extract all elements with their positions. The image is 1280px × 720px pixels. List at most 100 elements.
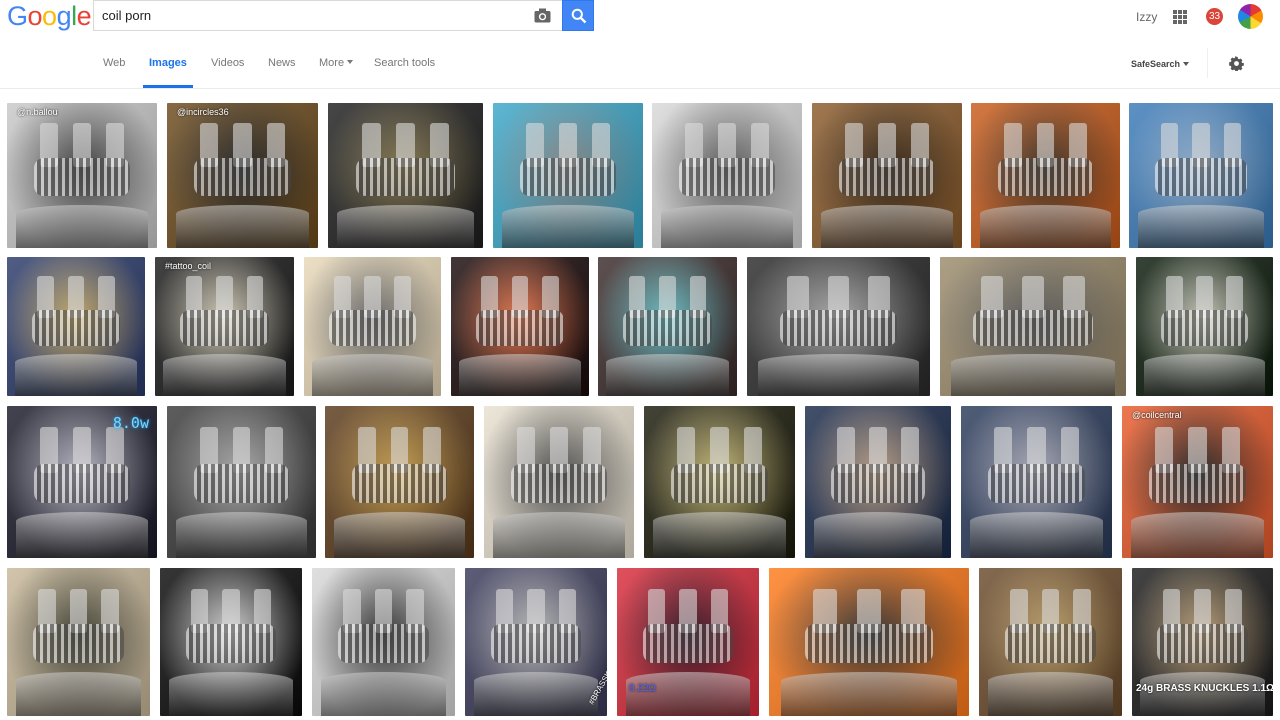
atomizer-deck <box>15 671 142 716</box>
image-result-thumbnail[interactable]: @n.ballou <box>7 103 157 248</box>
tab-more[interactable]: More <box>319 57 354 69</box>
coil-wire <box>805 624 933 663</box>
image-result-thumbnail[interactable] <box>160 568 302 716</box>
image-result-thumbnail[interactable] <box>644 406 795 558</box>
atomizer-deck <box>176 204 309 248</box>
image-result-thumbnail[interactable] <box>167 406 316 558</box>
gear-icon <box>1229 56 1244 71</box>
image-result-thumbnail[interactable] <box>812 103 962 248</box>
image-result-thumbnail[interactable] <box>769 568 969 716</box>
tab-search-tools[interactable]: Search tools <box>374 57 435 69</box>
coil-wire <box>839 158 935 196</box>
logo-letter: o <box>42 1 57 31</box>
settings-button[interactable] <box>1207 48 1263 78</box>
atomizer-deck <box>168 671 294 716</box>
image-result-thumbnail[interactable] <box>971 103 1120 248</box>
image-result-thumbnail[interactable] <box>304 257 441 396</box>
tab-news[interactable]: News <box>268 57 296 69</box>
search-button[interactable] <box>562 0 594 31</box>
atomizer-deck <box>653 512 786 558</box>
coil-wire <box>193 463 290 504</box>
coil-wire <box>831 463 925 504</box>
atomizer-deck <box>320 671 447 716</box>
tab-videos[interactable]: Videos <box>211 57 244 69</box>
coil-wire <box>31 309 121 346</box>
atomizer-deck <box>1144 354 1265 396</box>
tab-web[interactable]: Web <box>103 57 125 69</box>
coil-wire <box>1149 463 1246 504</box>
apps-grid-icon[interactable] <box>1173 10 1187 24</box>
image-result-thumbnail[interactable] <box>805 406 951 558</box>
coil-wire <box>642 624 734 663</box>
coil-wire <box>1160 309 1249 346</box>
thumbnail-caption: #tattoo_coil <box>165 261 212 271</box>
tab-label: Videos <box>211 57 245 69</box>
image-result-thumbnail[interactable]: @coilcentral <box>1122 406 1273 558</box>
tab-label: Web <box>103 57 126 69</box>
logo-letter: e <box>76 1 92 31</box>
image-result-thumbnail[interactable] <box>747 257 930 396</box>
tab-images[interactable]: Images <box>149 57 187 69</box>
image-result-thumbnail[interactable] <box>979 568 1122 716</box>
image-result-thumbnail[interactable] <box>940 257 1126 396</box>
image-result-thumbnail[interactable] <box>484 406 634 558</box>
google-logo[interactable]: Google <box>7 1 92 31</box>
coil-wire <box>34 158 130 196</box>
atomizer-deck <box>987 671 1114 716</box>
avatar[interactable] <box>1238 4 1263 29</box>
safesearch-dropdown[interactable]: SafeSearch <box>1124 53 1196 75</box>
logo-letter: g <box>56 1 72 31</box>
image-result-thumbnail[interactable]: 0.22Ω <box>617 568 759 716</box>
thumbnail-caption: @incircles36 <box>177 107 229 117</box>
atomizer-deck <box>16 204 148 248</box>
image-result-thumbnail[interactable] <box>7 257 145 396</box>
atomizer-deck <box>163 354 286 396</box>
atomizer-deck <box>821 204 953 248</box>
thumbnail-caption: 0.22Ω <box>629 683 656 694</box>
coil-wire <box>328 309 417 346</box>
image-result-thumbnail[interactable] <box>493 103 643 248</box>
image-result-thumbnail[interactable] <box>652 103 802 248</box>
atomizer-deck <box>459 354 581 396</box>
image-result-thumbnail[interactable] <box>7 568 150 716</box>
atomizer-deck <box>951 354 1115 396</box>
coil-wire <box>623 309 712 346</box>
camera-icon[interactable] <box>534 8 551 23</box>
image-result-thumbnail[interactable]: 24g BRASS KNUCKLES 1.1Ω <box>1132 568 1273 716</box>
image-result-thumbnail[interactable] <box>1136 257 1273 396</box>
coil-wire <box>1157 624 1248 663</box>
tab-label: Search tools <box>374 57 436 69</box>
thumbnail-caption: 24g BRASS KNUCKLES 1.1Ω <box>1136 683 1273 694</box>
tab-label: News <box>268 57 296 69</box>
atomizer-deck <box>1131 512 1264 558</box>
search-input[interactable] <box>102 1 522 30</box>
image-result-thumbnail[interactable]: @incircles36 <box>167 103 318 248</box>
coil-wire <box>1154 158 1248 196</box>
image-result-thumbnail[interactable] <box>312 568 455 716</box>
image-result-thumbnail[interactable] <box>598 257 737 396</box>
image-result-thumbnail[interactable] <box>961 406 1112 558</box>
atomizer-deck <box>16 512 148 558</box>
atomizer-deck <box>502 204 634 248</box>
tab-label: Images <box>149 57 187 69</box>
image-result-thumbnail[interactable]: 8.0w <box>7 406 157 558</box>
coil-wire <box>511 463 607 504</box>
coil-wire <box>355 158 456 196</box>
atomizer-deck <box>1137 204 1265 248</box>
atomizer-deck <box>606 354 729 396</box>
coil-wire <box>779 309 898 346</box>
atomizer-deck <box>312 354 433 396</box>
notification-badge[interactable]: 33 <box>1206 8 1223 25</box>
user-name[interactable]: Izzy <box>1136 10 1157 24</box>
image-result-thumbnail[interactable]: #tattoo_coil <box>155 257 294 396</box>
image-result-thumbnail[interactable] <box>451 257 589 396</box>
atomizer-deck <box>757 354 919 396</box>
image-result-thumbnail[interactable] <box>325 406 474 558</box>
coil-wire <box>475 309 565 346</box>
coil-wire <box>194 158 291 196</box>
coil-wire <box>997 158 1094 196</box>
coil-wire <box>180 309 269 346</box>
image-result-thumbnail[interactable] <box>1129 103 1273 248</box>
image-result-thumbnail[interactable]: #BRASSKNUCKLES <box>465 568 607 716</box>
image-result-thumbnail[interactable] <box>328 103 483 248</box>
